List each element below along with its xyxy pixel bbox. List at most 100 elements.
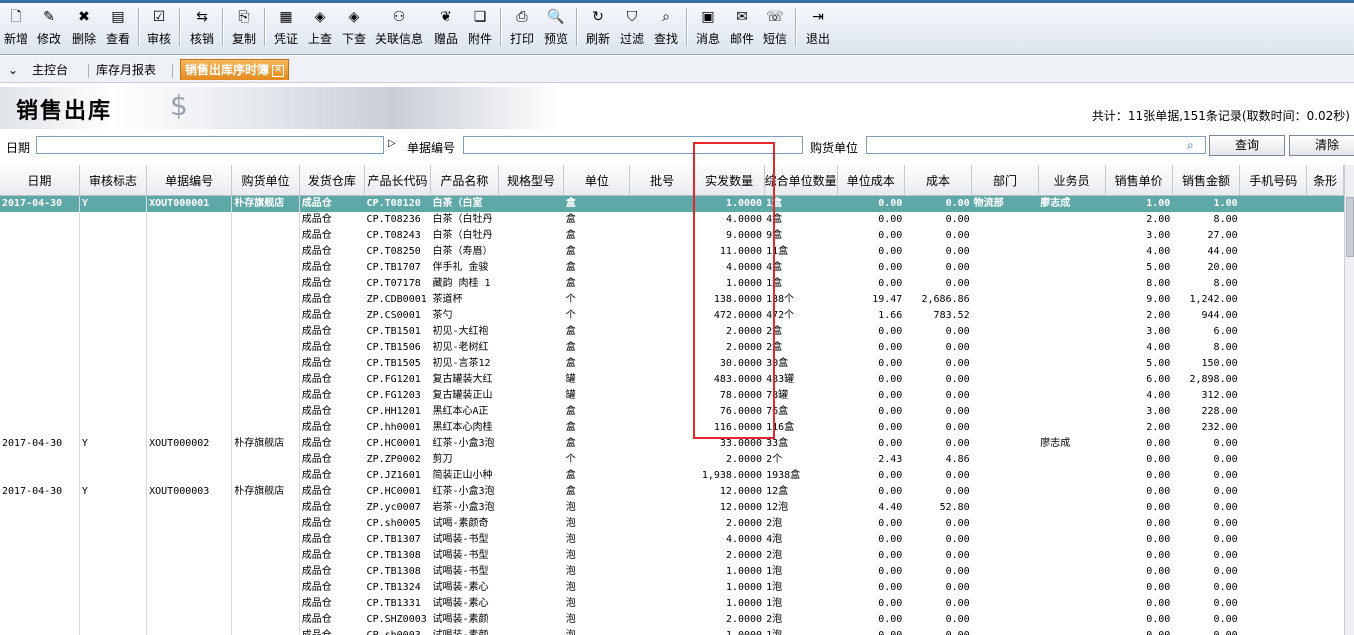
table-cell: 19.47 [872, 294, 903, 305]
table-cell: 0.00 [945, 614, 970, 625]
buyer-input[interactable] [866, 136, 1206, 154]
table-cell [498, 468, 563, 484]
toolbar-trace-down-button[interactable]: ◈ 下查 [330, 6, 378, 46]
column-header[interactable]: 发货仓库 [299, 165, 366, 196]
column-header[interactable]: 部门 [971, 165, 1039, 196]
column-header[interactable]: 产品名称 [430, 165, 499, 196]
column-header[interactable]: 批号 [629, 165, 695, 196]
table-cell [146, 420, 233, 436]
page-banner: $ 销售出库 [0, 87, 560, 129]
table-row[interactable]: 成品仓 CP.T07178 藏韵 肉桂 1 盒 1.0000 1盒 0.00 0.00 8.00… [0, 276, 1344, 292]
docno-input[interactable] [463, 136, 803, 154]
table-row[interactable]: 成品仓 CP.TB1501 初见-大红袍 盒 2.0000 2盒 0.00 0.00 3.00 6… [0, 324, 1344, 340]
table-cell: 黑红本心肉桂 [432, 422, 493, 433]
toolbar-find-button[interactable]: ⌕ 查找 [642, 6, 690, 46]
table-row[interactable]: 成品仓 CP.hh0001 黑红本心肉桂 盒 116.0000 116盒 0.00 0.00 2… [0, 420, 1344, 436]
table-row[interactable]: 成品仓 CP.FG1203 复古罐装正山 罐 78.0000 78罐 0.00 0.00 4.0… [0, 388, 1344, 404]
table-row[interactable]: 成品仓 CP.TB1506 初见-老树红 盒 2.0000 2盒 0.00 0.00 4.00 8… [0, 340, 1344, 356]
column-header[interactable]: 实发数量 [694, 165, 765, 196]
table-row[interactable]: 成品仓 CP.JZ1601 简装正山小种 盒 1,938.0000 1938盒 0.00 0.… [0, 468, 1344, 484]
table-cell: 试喝-素颜奇 [432, 518, 489, 529]
column-header[interactable]: 综合单位数量 [764, 165, 838, 196]
table-row[interactable]: 成品仓 CP.TB1331 试喝装-素心 泡 1.0000 1泡 0.00 0.00 0.00 0… [0, 596, 1344, 612]
table-cell [0, 308, 80, 324]
table-row[interactable]: 成品仓CP.sh0003试喝装-素颜泡1.00001泡0.000.000.000… [0, 628, 1344, 635]
table-row[interactable]: 成品仓 CP.TB1308 试喝装-书型 泡 2.0000 2泡 0.00 0.00 0.00 0… [0, 548, 1344, 564]
close-icon[interactable]: ✕ [272, 64, 285, 77]
table-row[interactable]: 成品仓 CP.sh0005 试喝-素颜奇 泡 2.0000 2泡 0.00 0.00 0.00 0… [0, 516, 1344, 532]
table-cell: 盒 [565, 358, 576, 369]
column-header[interactable]: 日期 [0, 165, 80, 196]
tab-inventory-monthly[interactable]: 库存月报表 [92, 61, 160, 79]
column-header[interactable]: 条形 [1306, 165, 1344, 196]
column-header[interactable]: 审核标志 [79, 165, 148, 196]
table-row[interactable]: 成品仓 CP.TB1307 试喝装-书型 泡 4.0000 4泡 0.00 0.00 0.00 0… [0, 532, 1344, 548]
table-row[interactable]: 成品仓 CP.TB1308 试喝装-书型 泡 1.0000 1泡 0.00 0.00 0.00 0… [0, 564, 1344, 580]
table-cell: 0.00 [945, 486, 970, 497]
table-cell: 3.00 [1146, 326, 1171, 337]
toolbar-preview-button[interactable]: 🔍 预览 [532, 6, 580, 46]
table-cell [1038, 420, 1105, 436]
column-header[interactable]: 手机号码 [1239, 165, 1308, 196]
toolbar-link-info-button[interactable]: ⚇ 关联信息 [375, 6, 423, 46]
table-row[interactable]: 成品仓 CP.T08243 白茶（白牡丹 盒 9.0000 9盒 0.00 0.00 3.00 2… [0, 228, 1344, 244]
table-row[interactable]: 成品仓 ZP.CS0001 茶勺 个 472.0000 472个 1.66 783.52 2.0… [0, 308, 1344, 324]
column-header[interactable]: 购货单位 [231, 165, 300, 196]
table-row[interactable]: 成品仓 CP.HH1201 黑红本心A正 盒 76.0000 76盒 0.00 0.00 3.0… [0, 404, 1344, 420]
toolbar-writeoff-button[interactable]: ⇆ 核销 [178, 6, 226, 46]
docno-label: 单据编号 [407, 141, 456, 155]
table-row[interactable]: 成品仓 CP.FG1201 复古罐装大红 罐 483.0000 483罐 0.00 0.00 6… [0, 372, 1344, 388]
vertical-scrollbar[interactable] [1344, 165, 1354, 635]
query-button[interactable]: 查询 [1209, 135, 1285, 156]
table-row[interactable]: 成品仓 CP.SHZ0003 试喝装-素颜 泡 2.0000 2泡 0.00 0.00 0.00… [0, 612, 1344, 628]
toolbar-approve-button[interactable]: ☑ 审核 [135, 6, 183, 46]
table-row[interactable]: 成品仓 CP.TB1324 试喝装-素心 泡 1.0000 1泡 0.00 0.00 0.00 0… [0, 580, 1344, 596]
column-header[interactable]: 产品长代码 [364, 165, 431, 196]
table-cell: 9.00 [1146, 294, 1171, 305]
scrollbar-thumb[interactable] [1346, 197, 1354, 257]
tab-main-console[interactable]: 主控台 [28, 61, 72, 79]
table-row[interactable]: 成品仓 CP.T08250 白茶（寿眉） 盒 11.0000 11盒 0.00 0.00 4.0… [0, 244, 1344, 260]
table-cell: 盒 [565, 342, 576, 353]
table-cell [630, 420, 694, 436]
toolbar-attachment-button[interactable]: ❏ 附件 [456, 6, 504, 46]
column-header[interactable]: 单位 [563, 165, 631, 196]
column-header[interactable]: 规格型号 [498, 165, 565, 196]
toolbar-sms-button[interactable]: ☏ 短信 [751, 6, 799, 46]
table-row[interactable]: 成品仓 CP.T08236 白茶（白牡丹 盒 4.0000 4盒 0.00 0.00 2.00 8… [0, 212, 1344, 228]
table-cell [498, 404, 563, 420]
tab-sales-outbound-journal[interactable]: 销售出库序时簿 ✕ [180, 59, 290, 80]
tab-menu-chevron[interactable]: ⌄ [4, 61, 22, 79]
table-row[interactable]: 成品仓 ZP.ZP0002 剪刀 个 2.0000 2个 2.43 4.86 0.00 0.00 [0, 452, 1344, 468]
toolbar-copy-button[interactable]: ⎘ 复制 [220, 6, 268, 46]
table-row[interactable]: 成品仓 CP.TB1505 初见-言茶12 盒 30.0000 30盒 0.00 0.00 5.… [0, 356, 1344, 372]
column-header[interactable]: 销售金额 [1172, 165, 1241, 196]
column-header[interactable]: 单据编号 [146, 165, 233, 196]
table-cell: 剪刀 [432, 454, 453, 465]
table-cell: 0.00 [878, 214, 903, 225]
toolbar-exit-button[interactable]: ⇥ 退出 [794, 6, 842, 46]
lookup-icon[interactable]: ⌕ [1187, 138, 1194, 153]
table-cell: 1.00 [1172, 195, 1240, 212]
column-header[interactable]: 单位成本 [837, 165, 905, 196]
table-cell [498, 628, 563, 635]
table-row-selected[interactable]: 2017-04-30 Y XOUT000001 朴存旗舰店 成品仓 CP.T08120 白茶… [0, 195, 1344, 212]
table-cell [1307, 228, 1344, 244]
table-row[interactable]: 成品仓 ZP.yc0007 岩茶-小盒3泡 泡 12.0000 12泡 4.40 52.80 0… [0, 500, 1344, 516]
table-cell [630, 388, 694, 404]
toolbar-button-label: 预览 [543, 32, 568, 46]
table-cell [79, 452, 148, 468]
table-row[interactable]: 成品仓 ZP.CDB0001 茶道杯 个 138.0000 138个 19.47 2,686.… [0, 292, 1344, 308]
date-input[interactable] [36, 136, 384, 154]
column-header[interactable]: 销售单价 [1105, 165, 1173, 196]
column-header[interactable]: 业务员 [1038, 165, 1106, 196]
table-row[interactable]: 2017-04-30 Y XOUT000002 朴存旗舰店 成品仓 CP.HC0001 红茶… [0, 436, 1344, 452]
table-cell: 4.00 [1146, 390, 1171, 401]
table-row[interactable]: 成品仓 CP.TB1707 伴手礼 金骏 盒 4.0000 4盒 0.00 0.00 5.00 2… [0, 260, 1344, 276]
table-cell: 0.00 [1213, 486, 1238, 497]
clear-button[interactable]: 清除 [1289, 135, 1354, 156]
table-row[interactable]: 2017-04-30 Y XOUT000003 朴存旗舰店 成品仓 CP.HC0001 红茶… [0, 484, 1344, 500]
table-cell: 0.00 [1146, 486, 1171, 497]
column-header[interactable]: 成本 [904, 165, 973, 196]
table-cell [972, 484, 1039, 500]
